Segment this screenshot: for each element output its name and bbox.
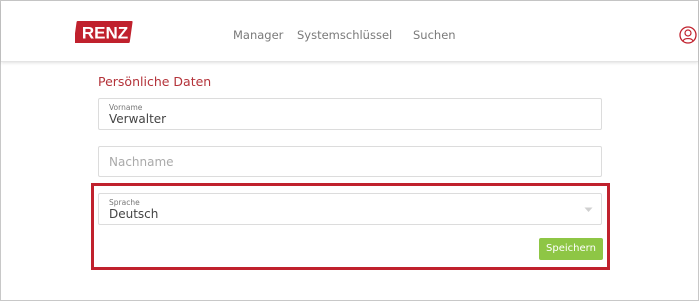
nav-item-suchen[interactable]: Suchen [413, 28, 456, 42]
sprache-select[interactable]: Sprache Deutsch [98, 193, 602, 225]
sprache-label: Sprache [109, 198, 140, 207]
nav-item-systemschluessel[interactable]: Systemschlüssel [297, 28, 392, 42]
user-icon-graphic [679, 26, 697, 44]
chevron-down-icon[interactable] [584, 207, 593, 213]
nachname-placeholder[interactable]: Nachname [109, 155, 174, 169]
vorname-label: Vorname [109, 103, 143, 112]
logo-graphic: RENZ [75, 21, 133, 43]
vorname-field[interactable]: Vorname Verwalter [98, 98, 602, 130]
nachname-field[interactable]: Nachname [98, 146, 602, 177]
section-title-personal-data: Persönliche Daten [98, 74, 212, 89]
top-navigation-bar: RENZ Manager Systemschlüssel Suchen [1, 1, 698, 62]
logo-text: RENZ [82, 24, 128, 43]
sprache-selected-value[interactable]: Deutsch [109, 207, 158, 221]
vorname-value[interactable]: Verwalter [109, 112, 166, 126]
app-window: RENZ Manager Systemschlüssel Suchen Pers… [0, 0, 699, 301]
save-button[interactable]: Speichern [539, 238, 603, 260]
user-icon[interactable] [679, 26, 697, 44]
nav-item-manager[interactable]: Manager [233, 28, 283, 42]
renz-logo[interactable]: RENZ [75, 19, 135, 45]
